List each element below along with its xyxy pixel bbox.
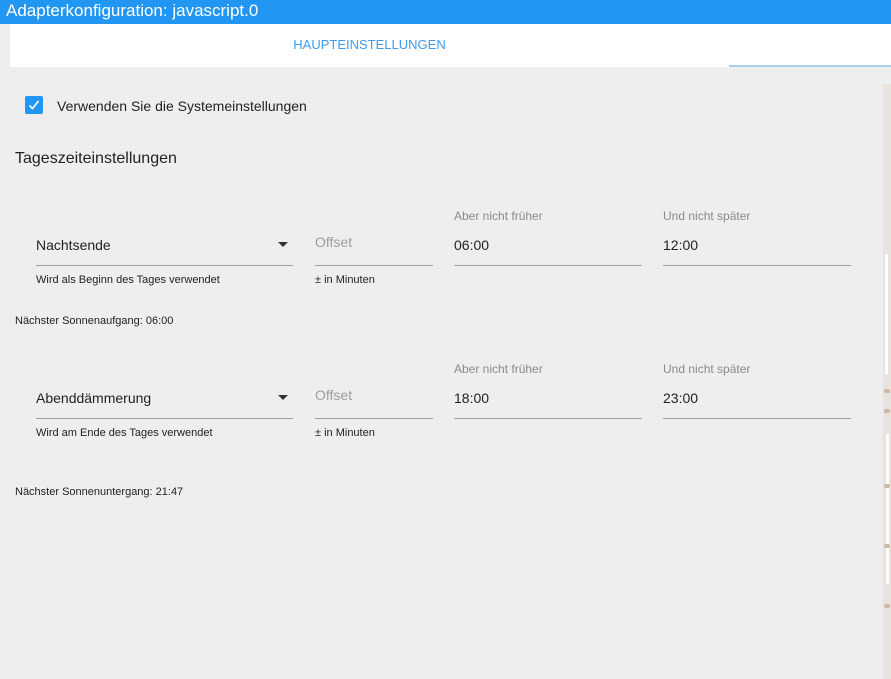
day-end-not-later-input[interactable]: Und nicht später 23:00: [663, 361, 851, 423]
caret-down-icon: [278, 395, 288, 400]
not-later-label: Und nicht später: [663, 209, 751, 223]
map-marker: [884, 604, 890, 608]
not-earlier-value: 18:00: [454, 390, 490, 406]
day-start-select-value: Nachtsende: [36, 237, 111, 253]
caret-down-icon: [278, 242, 288, 247]
check-icon: [28, 100, 40, 110]
day-start-not-later-input[interactable]: Und nicht später 12:00: [663, 208, 851, 270]
select-underline: [36, 418, 293, 419]
not-later-value: 12:00: [663, 237, 699, 253]
tab-bar: HAUPTEINSTELLUNGEN: [10, 24, 891, 67]
day-end-not-earlier-input[interactable]: Aber nicht früher 18:00: [454, 361, 642, 423]
system-settings-checkbox[interactable]: [25, 96, 43, 114]
offset-underline: [315, 418, 433, 419]
day-start-select[interactable]: Nachtsende: [36, 230, 293, 270]
map-marker: [884, 484, 890, 488]
next-sunset-info: Nächster Sonnenuntergang: 21:47: [15, 486, 184, 498]
not-earlier-value: 06:00: [454, 237, 490, 253]
map-road: [885, 254, 888, 374]
offset-placeholder: Offset: [315, 234, 353, 250]
day-start-not-earlier-input[interactable]: Aber nicht früher 06:00: [454, 208, 642, 270]
not-earlier-label: Aber nicht früher: [454, 362, 543, 376]
offset-placeholder: Offset: [315, 387, 353, 403]
day-end-select-value: Abenddämmerung: [36, 390, 152, 406]
not-earlier-underline: [454, 265, 642, 266]
map-marker: [884, 409, 890, 413]
not-earlier-label: Aber nicht früher: [454, 209, 543, 223]
system-settings-label: Verwenden Sie die Systemeinstellungen: [57, 98, 307, 114]
not-later-label: Und nicht später: [663, 362, 751, 376]
section-title: Tageszeiteinstellungen: [15, 150, 177, 167]
day-start-offset-input[interactable]: Offset: [315, 230, 433, 270]
not-later-underline: [663, 418, 851, 419]
not-earlier-underline: [454, 418, 642, 419]
day-end-select-helper: Wird am Ende des Tages verwendet: [36, 427, 213, 439]
offset-underline: [315, 265, 433, 266]
next-sunrise-info: Nächster Sonnenaufgang: 06:00: [15, 315, 174, 327]
day-end-select[interactable]: Abenddämmerung: [36, 383, 293, 423]
background-map: [883, 84, 891, 679]
day-end-offset-helper: ± in Minuten: [315, 427, 375, 439]
day-start-offset-helper: ± in Minuten: [315, 274, 375, 286]
day-end-offset-input[interactable]: Offset: [315, 383, 433, 423]
map-marker: [884, 389, 890, 393]
not-later-underline: [663, 265, 851, 266]
day-start-select-helper: Wird als Beginn des Tages verwendet: [36, 274, 220, 286]
select-underline: [36, 265, 293, 266]
tab-indicator: [729, 65, 891, 67]
not-later-value: 23:00: [663, 390, 699, 406]
window-title: Adapterkonfiguration: javascript.0: [0, 0, 891, 24]
map-road: [886, 434, 889, 584]
map-marker: [884, 544, 890, 548]
tab-main-settings[interactable]: HAUPTEINSTELLUNGEN: [10, 24, 729, 67]
